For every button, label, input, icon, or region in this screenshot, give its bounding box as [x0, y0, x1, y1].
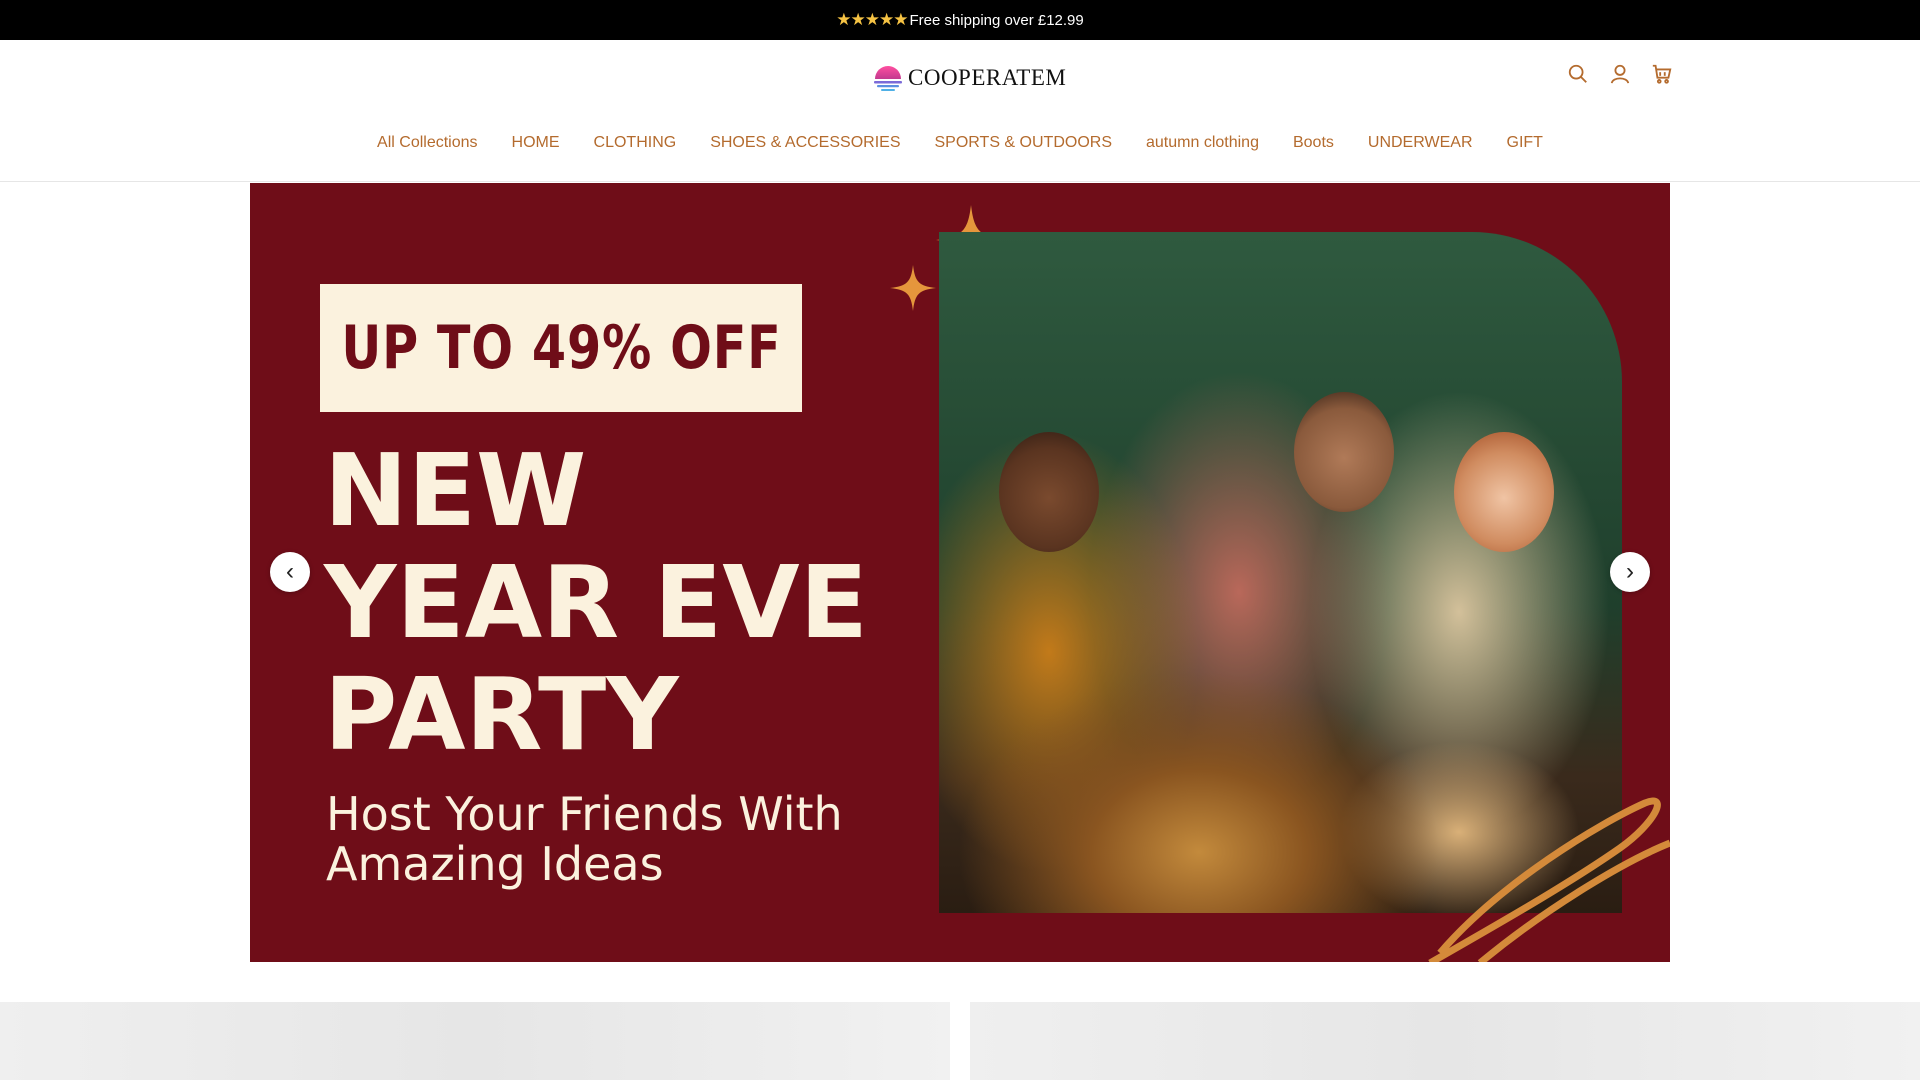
- carousel-next-button[interactable]: ›: [1610, 552, 1650, 592]
- person-right: [1454, 432, 1554, 552]
- headline-line: NEW: [324, 432, 587, 549]
- chevron-right-icon: ›: [1626, 558, 1634, 585]
- nav-item-home[interactable]: HOME: [495, 134, 577, 152]
- offer-text: UP TO 49% OFF: [340, 313, 782, 383]
- headline-line: YEAR EVE: [324, 544, 868, 661]
- nav-item-shoes-accessories[interactable]: SHOES & ACCESSORIES: [693, 134, 917, 152]
- nav-item-all-collections[interactable]: All Collections: [360, 134, 494, 152]
- announcement-bar: ★★★★★ Free shipping over £12.99: [0, 0, 1920, 40]
- person-left: [999, 432, 1099, 552]
- swirl-decoration: [1428, 797, 1670, 962]
- logo-text: COOPERATEM: [908, 65, 1067, 90]
- person-center: [1294, 392, 1394, 512]
- chevron-left-icon: ‹: [286, 558, 294, 585]
- offer-badge: UP TO 49% OFF: [320, 284, 802, 412]
- nav-item-gift[interactable]: GIFT: [1490, 134, 1560, 152]
- headline-line: PARTY: [324, 656, 679, 773]
- header-icons: [1566, 62, 1674, 86]
- nav-item-sports-outdoors[interactable]: SPORTS & OUTDOORS: [917, 134, 1129, 152]
- subline-line: Amazing Ideas: [326, 837, 664, 891]
- nav-item-autumn-clothing[interactable]: autumn clothing: [1129, 134, 1276, 152]
- hero-banner[interactable]: UP TO 49% OFF NEW YEAR EVE PARTY Host Yo…: [250, 183, 1670, 962]
- subline-line: Host Your Friends With: [326, 787, 843, 841]
- search-icon[interactable]: [1566, 62, 1590, 86]
- hero-subline: Host Your Friends With Amazing Ideas: [326, 789, 843, 889]
- account-icon[interactable]: [1608, 62, 1632, 86]
- nav-item-clothing[interactable]: CLOTHING: [577, 134, 694, 152]
- collection-tile-right[interactable]: [970, 1002, 1920, 1080]
- sparkle-icon: [890, 265, 936, 311]
- cart-icon[interactable]: [1650, 62, 1674, 86]
- logo-sunset-icon: [872, 62, 904, 94]
- nav-item-underwear[interactable]: UNDERWEAR: [1351, 134, 1490, 152]
- nav-item-boots[interactable]: Boots: [1276, 134, 1351, 152]
- collection-tile-left[interactable]: [0, 1002, 950, 1080]
- logo[interactable]: COOPERATEM: [872, 60, 1066, 96]
- site-header: COOPERATEM All Collections HOME CLOTHING…: [0, 40, 1920, 182]
- announcement-text: Free shipping over £12.99: [909, 11, 1084, 29]
- main-nav: All Collections HOME CLOTHING SHOES & AC…: [0, 134, 1920, 152]
- hero-headline: NEW YEAR EVE PARTY: [324, 435, 868, 771]
- rating-stars-icon: ★★★★★: [836, 10, 908, 29]
- carousel-prev-button[interactable]: ‹: [270, 552, 310, 592]
